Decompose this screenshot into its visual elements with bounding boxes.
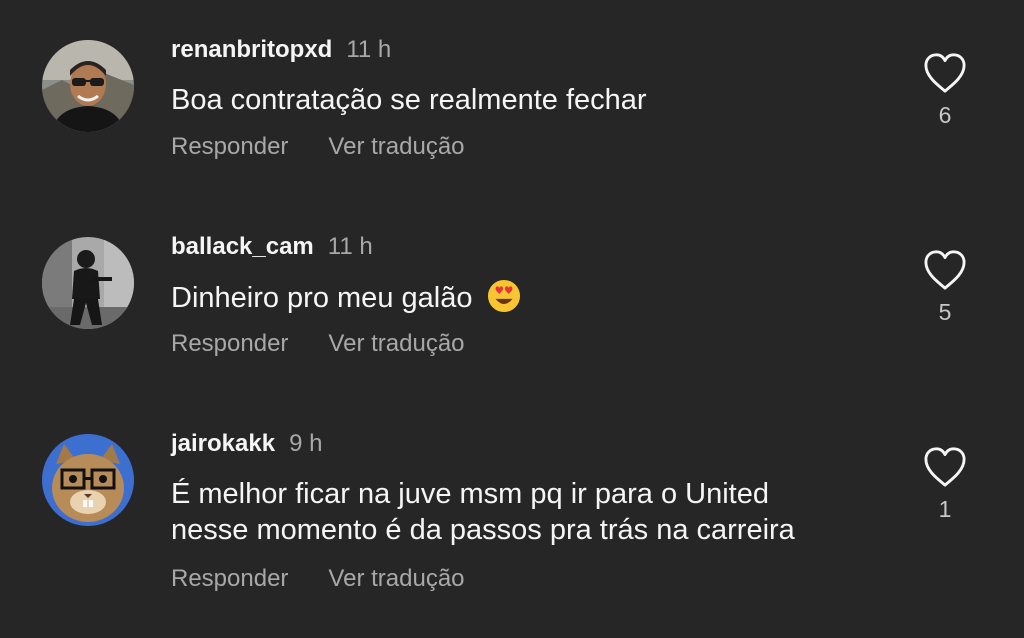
avatar[interactable] <box>42 40 134 132</box>
comment-text-content: Boa contratação se realmente fechar <box>171 84 647 116</box>
avatar-cat-glasses-icon <box>42 434 134 526</box>
heart-eyes-emoji-icon <box>487 279 520 313</box>
comment-text-line: nesse momento é da passos pra trás na ca… <box>171 514 795 546</box>
comment-actions: Responder Ver tradução <box>171 329 465 359</box>
like-area: 6 <box>922 52 968 128</box>
username[interactable]: jairokakk <box>171 430 275 457</box>
like-count: 5 <box>938 299 952 325</box>
reply-button[interactable]: Responder <box>171 565 288 592</box>
comment-text-content: Dinheiro pro meu galão <box>171 282 473 314</box>
username[interactable]: renanbritopxd <box>171 36 332 63</box>
timestamp: 11 h <box>327 233 373 260</box>
comment-actions: Responder Ver tradução <box>171 564 465 594</box>
translate-button[interactable]: Ver tradução <box>328 565 464 592</box>
comment-actions: Responder Ver tradução <box>171 132 465 162</box>
timestamp: 11 h <box>346 36 392 63</box>
comment-meta: ballack_cam 11 h <box>171 233 373 264</box>
avatar[interactable] <box>42 434 134 526</box>
comment-meta: jairokakk 9 h <box>171 430 322 461</box>
heart-icon[interactable] <box>922 446 968 488</box>
heart-icon[interactable] <box>922 249 968 291</box>
avatar-man-sunglasses-icon <box>42 40 134 132</box>
reply-button[interactable]: Responder <box>171 133 288 160</box>
avatar[interactable] <box>42 237 134 329</box>
like-area: 5 <box>922 249 968 325</box>
translate-button[interactable]: Ver tradução <box>328 330 464 357</box>
comment-text: É melhor ficar na juve msm pq ir para o … <box>171 476 891 548</box>
reply-button[interactable]: Responder <box>171 330 288 357</box>
comment-text: Boa contratação se realmente fechar <box>171 82 891 118</box>
timestamp: 9 h <box>289 430 323 457</box>
like-count: 6 <box>938 102 952 128</box>
heart-icon[interactable] <box>922 52 968 94</box>
translate-button[interactable]: Ver tradução <box>328 133 464 160</box>
comment-text: Dinheiro pro meu galão <box>171 279 891 316</box>
comment-meta: renanbritopxd 11 h <box>171 36 391 67</box>
like-count: 1 <box>938 496 952 522</box>
username[interactable]: ballack_cam <box>171 233 314 260</box>
avatar-person-dark-icon <box>42 237 134 329</box>
like-area: 1 <box>922 446 968 522</box>
comment-text-line: É melhor ficar na juve msm pq ir para o … <box>171 478 769 510</box>
